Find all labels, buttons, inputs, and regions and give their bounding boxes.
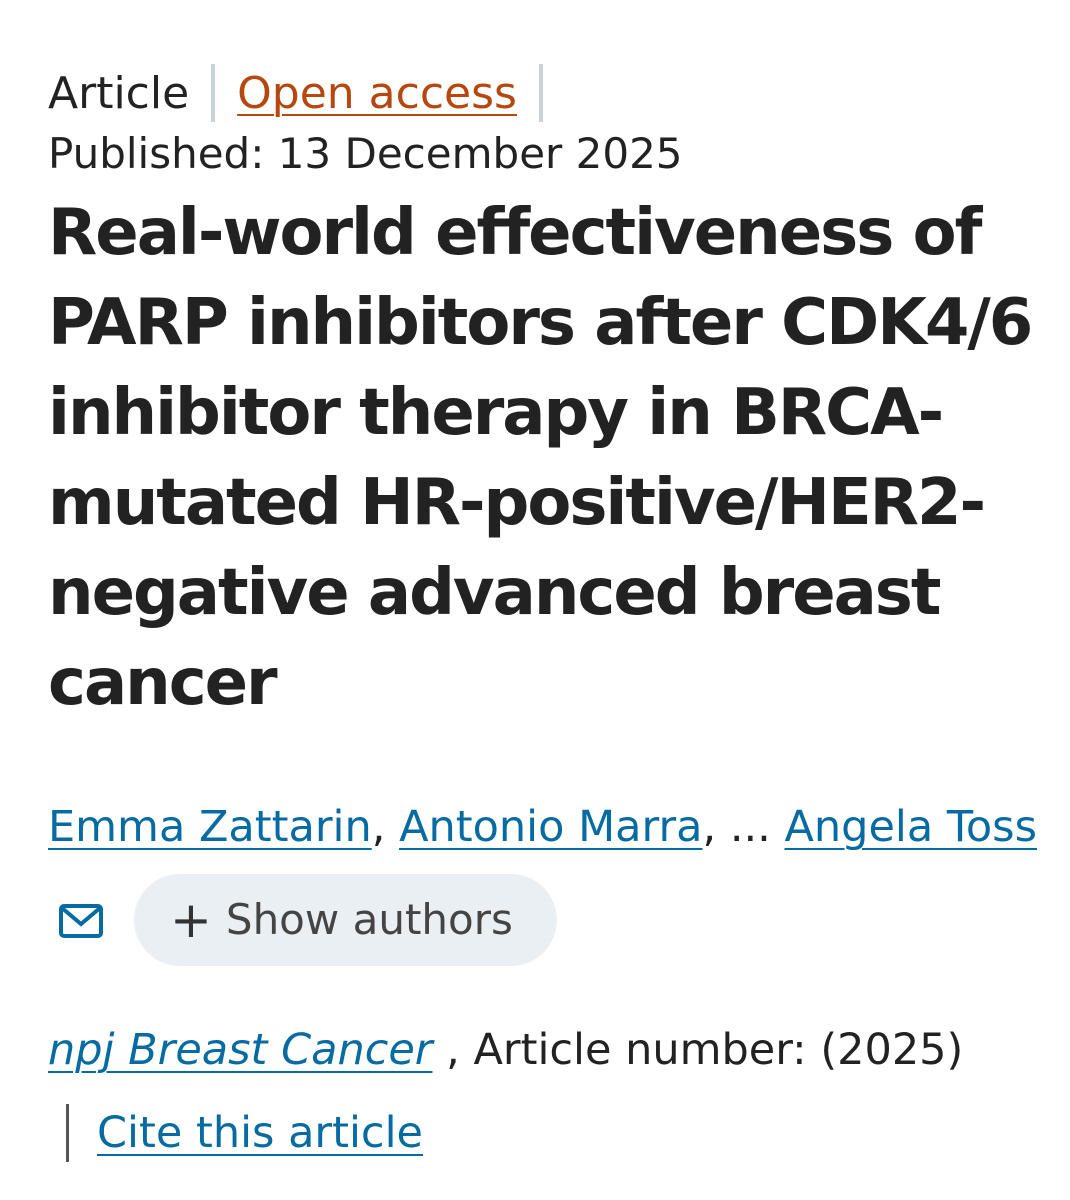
author-ellipsis: ... <box>729 802 771 852</box>
article-meta-row: Article Open access <box>48 62 565 124</box>
author-link[interactable]: Emma Zattarin <box>48 802 372 852</box>
meta-divider <box>211 64 216 122</box>
author-link[interactable]: Antonio Marra <box>399 802 702 852</box>
article-title: Real-world effectiveness of PARP inhibit… <box>48 196 1033 720</box>
article-type: Article <box>48 67 190 119</box>
citation-row: npj Breast Cancer , Article number: (202… <box>48 1020 963 1080</box>
show-authors-button[interactable]: + Show authors <box>134 873 557 966</box>
cite-divider <box>66 1104 69 1162</box>
article-number-text: , Article number: (2025) <box>446 1025 964 1075</box>
show-authors-label: Show authors <box>225 894 513 944</box>
author-list: Emma Zattarin, Antonio Marra, ... Angela… <box>48 780 1038 972</box>
author-separator: , <box>702 802 717 852</box>
corresponding-author-link[interactable]: Angela Toss <box>785 802 1037 852</box>
plus-icon: + <box>170 890 212 949</box>
author-separator: , <box>371 802 386 852</box>
published-date: Published: 13 December 2025 <box>48 129 683 178</box>
cite-row: Cite this article <box>66 1102 423 1164</box>
open-access-link[interactable]: Open access <box>237 68 517 119</box>
journal-link[interactable]: npj Breast Cancer <box>48 1025 432 1075</box>
meta-divider <box>538 64 543 122</box>
cite-this-article-link[interactable]: Cite this article <box>97 1108 423 1158</box>
envelope-icon[interactable] <box>58 878 104 972</box>
